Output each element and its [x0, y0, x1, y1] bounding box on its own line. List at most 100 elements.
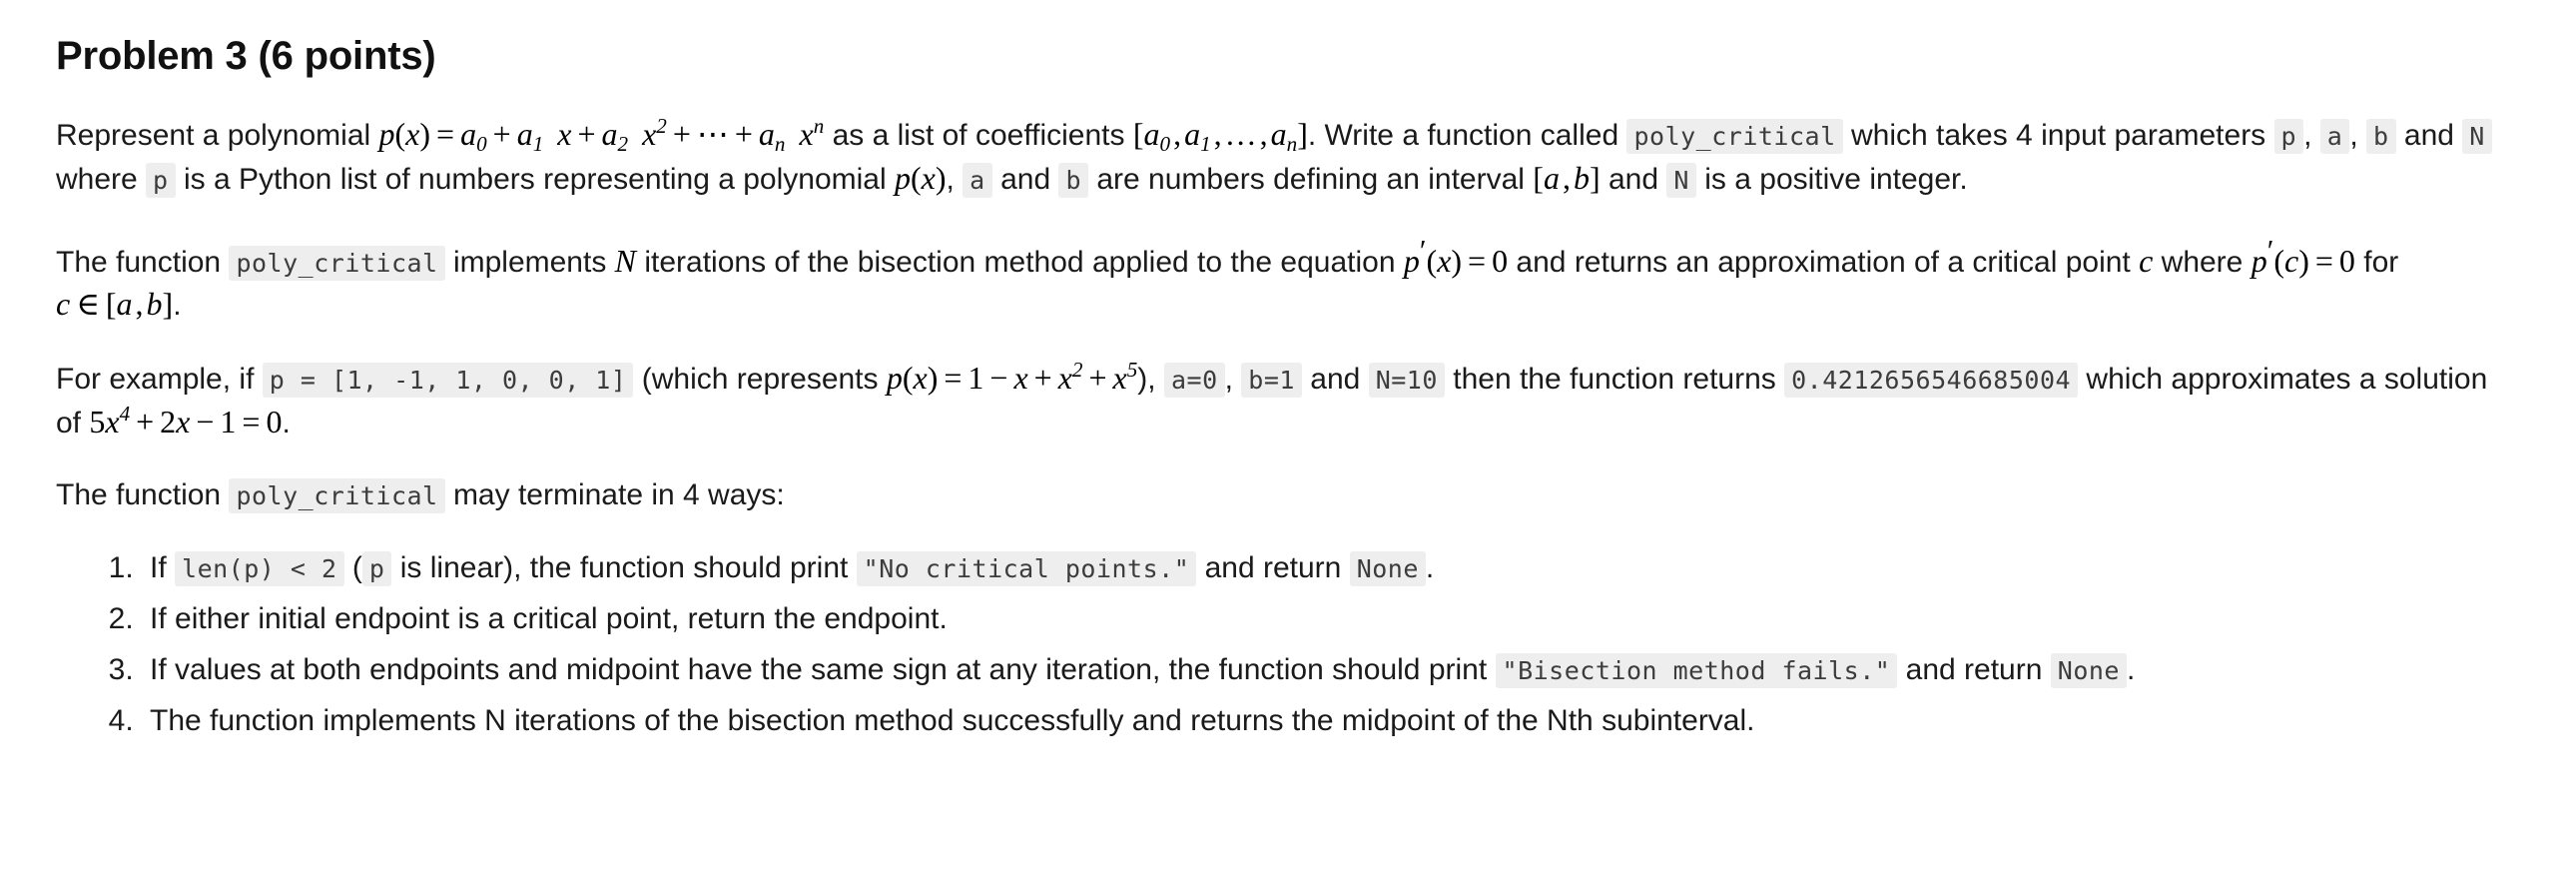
code-param-N-2: N [1666, 162, 1696, 198]
code-poly-critical: poly_critical [1626, 119, 1843, 154]
code-param-p: p [2273, 119, 2304, 154]
text-fragment: are numbers defining an interval [1088, 162, 1534, 196]
math-sup-4: 4 [119, 402, 131, 427]
text-fragment: and [2395, 119, 2463, 152]
text-fragment: The function [56, 245, 230, 279]
text-fragment: , [2349, 119, 2366, 152]
math-rparen: ) [419, 116, 431, 152]
math-comma: , [135, 286, 144, 323]
math-x: x [1057, 360, 1072, 397]
text-fragment: . Write a function called [1307, 119, 1627, 152]
code-b-equals-1: b=1 [1241, 363, 1302, 399]
math-rparen: ) [927, 360, 939, 397]
text-fragment: and [991, 162, 1059, 196]
math-example-polynomial: p(x) = 1− x + x2 + x5 [887, 360, 1137, 396]
text-fragment: is a Python list of numbers representing… [175, 162, 895, 196]
math-equals: = [2314, 242, 2333, 279]
math-a: a [601, 116, 618, 152]
math-x: x [913, 360, 928, 397]
text-fragment: and return [1897, 653, 2051, 686]
code-len-p-lt-2: len(p) < 2 [175, 551, 344, 586]
math-c-in-interval: c ∈ [a,b] [56, 286, 173, 322]
math-x: x [921, 159, 936, 196]
math-derivative-equation-example: 5x4 +2x −1 = 0 [89, 404, 282, 440]
math-rbracket: ] [1589, 159, 1601, 196]
math-lbracket: [ [1132, 116, 1144, 152]
text-fragment: Represent a polynomial [56, 119, 379, 152]
math-zero: 0 [2338, 242, 2355, 279]
math-N: N [614, 242, 637, 279]
text-fragment: If [150, 551, 176, 584]
math-plus: + [1033, 360, 1052, 397]
list-item: If either initial endpoint is a critical… [142, 596, 2520, 641]
math-x: x [799, 116, 814, 152]
code-none: None [2050, 653, 2127, 688]
text-fragment: where [2153, 245, 2252, 279]
text-fragment: may terminate in 4 ways: [444, 477, 785, 511]
math-c: c [2284, 242, 2299, 279]
math-lparen: ( [902, 360, 914, 397]
math-one: 1 [967, 360, 984, 397]
text-fragment: and return [1196, 551, 1350, 584]
math-a: a [460, 116, 477, 152]
math-spacer [785, 116, 799, 152]
paragraph-function-behavior: The function poly_critical implements N … [56, 231, 2520, 328]
math-comma: , [1259, 116, 1268, 152]
code-return-value: 0.4212656546685004 [1784, 363, 2079, 399]
code-poly-critical: poly_critical [229, 477, 445, 513]
math-sub-2: 2 [617, 131, 629, 156]
math-x: x [405, 116, 420, 152]
math-derivative-at-c: p′(c) = 0 [2251, 234, 2355, 279]
math-a: a [758, 116, 775, 152]
math-x: x [642, 116, 657, 152]
math-x: x [1013, 360, 1028, 397]
text-fragment: and returns an approximation of a critic… [1508, 245, 2140, 279]
text-fragment: ), [1137, 363, 1164, 397]
math-sup-5: 5 [1126, 358, 1138, 383]
math-b: b [146, 286, 163, 323]
math-p: p [886, 360, 903, 397]
termination-list: If len(p) < 2 (p is linear), the functio… [56, 545, 2520, 743]
math-p: p [894, 159, 911, 196]
math-a: a [516, 116, 533, 152]
math-x: x [176, 404, 191, 441]
text-fragment: , [946, 162, 964, 196]
math-rparen: ) [1451, 242, 1463, 279]
paragraph-example: For example, if p = [1, -1, 1, 0, 0, 1] … [56, 357, 2520, 444]
list-item: The function implements N iterations of … [142, 698, 2520, 743]
document-page: Problem 3 (6 points) Represent a polynom… [0, 0, 2576, 743]
code-param-a-2: a [963, 162, 992, 198]
math-sub-1: 1 [532, 131, 544, 156]
math-spacer [543, 116, 557, 152]
code-message-bisection-fails: "Bisection method fails." [1495, 653, 1898, 688]
math-derivative-equation: p′(x) = 0 [1403, 234, 1508, 279]
math-rparen: ) [935, 159, 947, 196]
math-plus: + [1088, 360, 1107, 397]
math-a: a [1543, 159, 1560, 196]
math-p: p [1403, 242, 1420, 279]
math-lparen: ( [2273, 242, 2285, 279]
code-none: None [1349, 551, 1426, 586]
math-interval-ab: [a,b] [1533, 160, 1600, 196]
text-fragment: If values at both endpoints and midpoint… [150, 653, 1496, 686]
math-a: a [116, 286, 133, 323]
math-plus: + [734, 116, 753, 152]
text-fragment: For example, if [56, 363, 263, 397]
text-fragment: and [1600, 162, 1667, 196]
text-fragment: . [282, 407, 291, 441]
text-fragment: ( [343, 551, 362, 584]
math-x: x [1112, 360, 1127, 397]
text-fragment: . [2126, 653, 2136, 686]
math-c: c [2139, 242, 2154, 279]
math-zero: 0 [266, 404, 283, 441]
text-fragment: . [1425, 551, 1435, 584]
math-sub-1: 1 [1200, 131, 1211, 156]
math-p: p [2251, 242, 2267, 279]
math-x: x [557, 116, 572, 152]
math-coefficient-list: [a0,a1,…,an] [1132, 116, 1308, 154]
math-rbracket: ] [162, 286, 174, 323]
text-fragment: . [173, 289, 182, 323]
text-fragment: then the function returns [1444, 363, 1785, 397]
page-title: Problem 3 (6 points) [56, 34, 436, 78]
math-rparen: ) [2298, 242, 2309, 279]
